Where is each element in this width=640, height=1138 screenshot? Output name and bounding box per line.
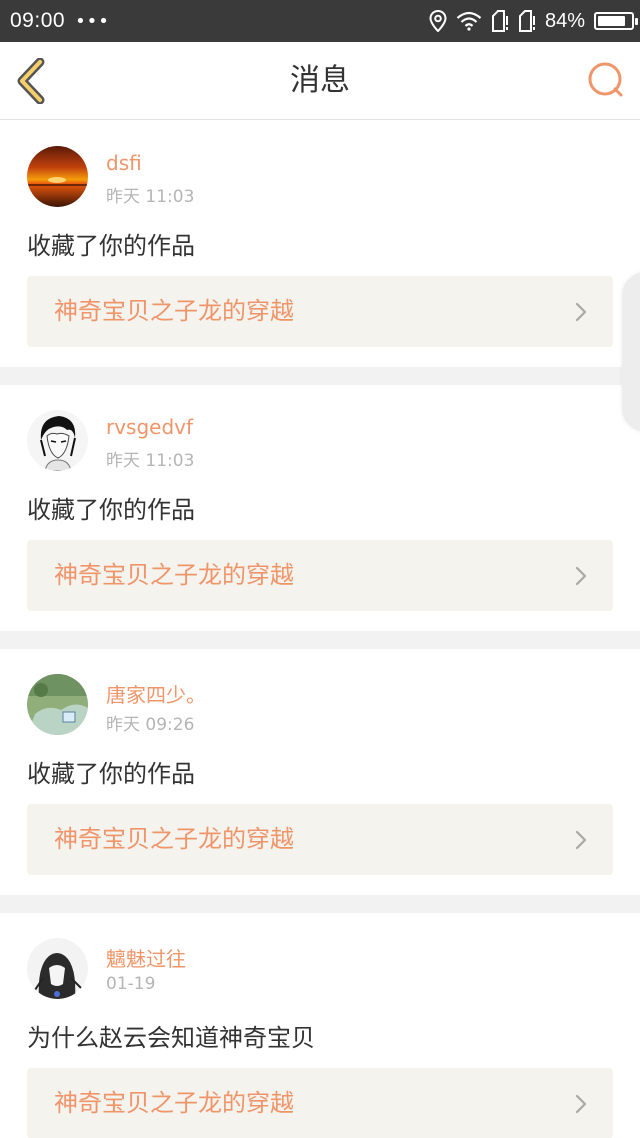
message-list: dsfi 昨天 11:03 收藏了你的作品 神奇宝贝之子龙的穿越 rvsgedv… [0, 121, 640, 1138]
message-item: dsfi 昨天 11:03 收藏了你的作品 神奇宝贝之子龙的穿越 [0, 121, 640, 367]
notification-dots: ••• [75, 10, 110, 32]
item-separator [0, 367, 640, 385]
work-title: 神奇宝贝之子龙的穿越 [54, 561, 294, 589]
work-link[interactable]: 神奇宝贝之子龙的穿越 [27, 276, 613, 347]
item-separator [0, 631, 640, 649]
battery-fill [598, 16, 625, 26]
chevron-right-icon [575, 1094, 587, 1114]
message-text: 收藏了你的作品 [27, 496, 195, 524]
work-link[interactable]: 神奇宝贝之子龙的穿越 [27, 540, 613, 611]
header: 消息 [0, 42, 640, 120]
username[interactable]: rvsgedvf [106, 415, 193, 439]
message-time: 昨天 11:03 [106, 451, 195, 471]
work-title: 神奇宝贝之子龙的穿越 [54, 1089, 294, 1117]
anime-character-avatar[interactable] [27, 410, 88, 471]
work-title: 神奇宝贝之子龙的穿越 [54, 297, 294, 325]
chevron-right-icon [575, 830, 587, 850]
item-separator [0, 895, 640, 913]
work-title: 神奇宝贝之子龙的穿越 [54, 825, 294, 853]
message-item: rvsgedvf 昨天 11:03 收藏了你的作品 神奇宝贝之子龙的穿越 [0, 385, 640, 631]
work-link[interactable]: 神奇宝贝之子龙的穿越 [27, 1068, 613, 1138]
message-item: 唐家四少。 昨天 09:26 收藏了你的作品 神奇宝贝之子龙的穿越 [0, 649, 640, 895]
message-time: 昨天 09:26 [106, 715, 195, 735]
wifi-icon [456, 11, 482, 31]
message-item: 魑魅过往 01-19 为什么赵云会知道神奇宝贝 神奇宝贝之子龙的穿越 [0, 913, 640, 1138]
status-bar: 09:00 ••• 84% [0, 0, 640, 42]
side-drawer-handle[interactable] [622, 272, 640, 432]
message-text: 收藏了你的作品 [27, 760, 195, 788]
battery-percent: 84% [544, 9, 585, 32]
sim2-icon [518, 10, 535, 32]
sunset-avatar[interactable] [27, 146, 88, 207]
message-time: 01-19 [106, 974, 156, 994]
landscape-avatar[interactable] [27, 674, 88, 735]
search-icon[interactable] [586, 60, 626, 100]
username[interactable]: 魑魅过往 [106, 943, 186, 972]
sim1-icon [491, 10, 508, 32]
username[interactable]: 唐家四少。 [106, 679, 206, 708]
chevron-right-icon [575, 566, 587, 586]
status-icons: 84% [429, 0, 638, 42]
chevron-right-icon [575, 302, 587, 322]
sketch-avatar[interactable] [27, 938, 88, 999]
message-text: 为什么赵云会知道神奇宝贝 [27, 1024, 315, 1052]
message-text: 收藏了你的作品 [27, 232, 195, 260]
message-time: 昨天 11:03 [106, 187, 195, 207]
work-link[interactable]: 神奇宝贝之子龙的穿越 [27, 804, 613, 875]
battery-icon [594, 12, 638, 30]
location-icon [429, 10, 447, 32]
username[interactable]: dsfi [106, 151, 142, 175]
status-time: 09:00 [10, 9, 66, 32]
page-title: 消息 [290, 63, 350, 98]
